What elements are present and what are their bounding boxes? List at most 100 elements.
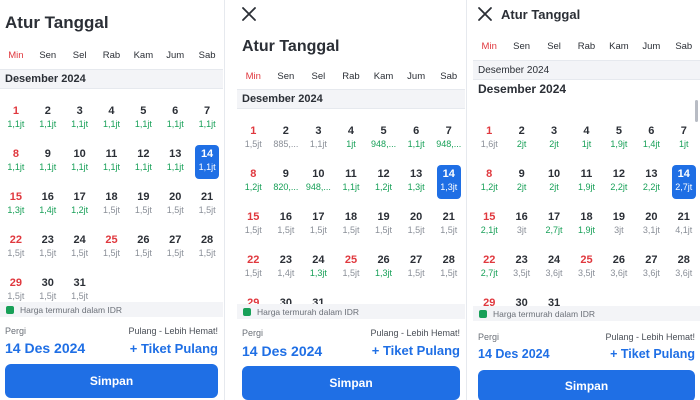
day-cell[interactable]: 5 1,9jt (603, 120, 635, 163)
day-cell[interactable]: 7 1,1jt (191, 100, 223, 143)
day-cell[interactable]: 17 2,7jt (538, 206, 570, 249)
save-button[interactable]: Simpan (5, 364, 218, 398)
legend: Harga termurah dalam IDR (473, 306, 700, 321)
day-cell[interactable]: 6 1,1jt (400, 120, 433, 163)
day-cell[interactable]: 25 1,5jt (335, 249, 368, 292)
selected-day-cell[interactable]: 14 1,3jt (432, 163, 465, 206)
day-cell[interactable]: 26 3,6jt (603, 249, 635, 292)
day-cell[interactable]: 8 1,2jt (237, 163, 270, 206)
day-cell[interactable]: 20 1,5jt (159, 186, 191, 229)
day-cell[interactable]: 16 1,4jt (32, 186, 64, 229)
day-cell[interactable]: 3 2jt (538, 120, 570, 163)
day-cell[interactable]: 6 1,4jt (635, 120, 667, 163)
day-cell[interactable]: 23 3,5jt (505, 249, 537, 292)
day-cell[interactable]: 11 1,9jt (570, 163, 602, 206)
day-cell[interactable]: 8 1,1jt (0, 143, 32, 186)
day-cell[interactable]: 10 2jt (538, 163, 570, 206)
day-cell[interactable]: 9 820,... (270, 163, 303, 206)
close-icon[interactable] (476, 5, 494, 23)
day-cell[interactable]: 21 1,5jt (191, 186, 223, 229)
day-cell[interactable]: 23 1,5jt (32, 229, 64, 272)
day-cell[interactable]: 2 885,... (270, 120, 303, 163)
day-cell[interactable]: 21 1,5jt (432, 206, 465, 249)
day-cell[interactable]: 12 2,2jt (603, 163, 635, 206)
day-number: 25 (580, 254, 593, 266)
pergi-date[interactable]: 14 Des 2024 (478, 347, 550, 361)
day-cell[interactable]: 3 1,1jt (64, 100, 96, 143)
day-cell[interactable]: 27 3,6jt (635, 249, 667, 292)
save-button[interactable]: Simpan (478, 370, 695, 400)
day-cell[interactable]: 1 1,1jt (0, 100, 32, 143)
day-cell[interactable]: 16 3jt (505, 206, 537, 249)
day-cell[interactable]: 25 3,5jt (570, 249, 602, 292)
day-cell[interactable]: 13 1,3jt (400, 163, 433, 206)
day-cell[interactable]: 19 1,5jt (367, 206, 400, 249)
day-cell[interactable]: 19 1,5jt (127, 186, 159, 229)
pergi-date[interactable]: 14 Des 2024 (242, 343, 322, 359)
save-button[interactable]: Simpan (242, 366, 460, 400)
day-cell[interactable]: 20 1,5jt (400, 206, 433, 249)
add-return-ticket-button[interactable]: + Tiket Pulang (372, 343, 460, 358)
day-cell[interactable]: 13 2,2jt (635, 163, 667, 206)
day-cell[interactable]: 9 1,1jt (32, 143, 64, 186)
day-cell[interactable]: 24 1,3jt (302, 249, 335, 292)
day-cell[interactable]: 28 3,6jt (668, 249, 700, 292)
day-cell[interactable]: 20 3,1jt (635, 206, 667, 249)
day-cell[interactable]: 18 1,5jt (96, 186, 128, 229)
day-cell[interactable]: 10 948,... (302, 163, 335, 206)
day-cell[interactable]: 28 1,5jt (432, 249, 465, 292)
day-cell[interactable]: 4 1,1jt (96, 100, 128, 143)
day-cell[interactable]: 11 1,1jt (335, 163, 368, 206)
day-cell[interactable]: 21 4,1jt (668, 206, 700, 249)
day-cell[interactable]: 11 1,1jt (96, 143, 128, 186)
day-cell[interactable]: 27 1,5jt (159, 229, 191, 272)
day-cell[interactable]: 22 2,7jt (473, 249, 505, 292)
add-return-ticket-button[interactable]: + Tiket Pulang (130, 341, 218, 356)
day-number: 3 (315, 125, 322, 137)
scrollbar[interactable] (695, 100, 698, 122)
day-cell[interactable]: 18 1,9jt (570, 206, 602, 249)
day-cell[interactable]: 22 1,5jt (0, 229, 32, 272)
day-cell[interactable]: 15 1,3jt (0, 186, 32, 229)
add-return-ticket-button[interactable]: + Tiket Pulang (610, 347, 695, 361)
day-cell[interactable]: 1 1,6jt (473, 120, 505, 163)
day-cell[interactable]: 6 1,1jt (159, 100, 191, 143)
day-price: 1,3jt (440, 182, 458, 192)
day-cell[interactable]: 7 1jt (668, 120, 700, 163)
day-cell[interactable]: 17 1,2jt (64, 186, 96, 229)
day-cell[interactable]: 26 1,5jt (127, 229, 159, 272)
day-cell[interactable]: 17 1,5jt (302, 206, 335, 249)
close-icon[interactable] (240, 5, 258, 23)
day-cell[interactable]: 12 1,2jt (367, 163, 400, 206)
pergi-date[interactable]: 14 Des 2024 (5, 340, 85, 356)
day-cell[interactable]: 24 1,5jt (64, 229, 96, 272)
day-cell[interactable]: 3 1,1jt (302, 120, 335, 163)
day-cell[interactable]: 4 1jt (335, 120, 368, 163)
day-cell[interactable]: 28 1,5jt (191, 229, 223, 272)
selected-day-cell[interactable]: 14 1,1jt (191, 143, 223, 186)
day-cell[interactable]: 8 1,2jt (473, 163, 505, 206)
day-cell[interactable]: 5 1,1jt (127, 100, 159, 143)
day-cell[interactable]: 2 2jt (505, 120, 537, 163)
day-cell[interactable]: 13 1,1jt (159, 143, 191, 186)
day-cell[interactable]: 19 3jt (603, 206, 635, 249)
day-cell[interactable]: 15 2,1jt (473, 206, 505, 249)
selected-day-cell[interactable]: 14 2,7jt (668, 163, 700, 206)
day-cell[interactable]: 26 1,3jt (367, 249, 400, 292)
day-cell[interactable]: 25 1,5jt (96, 229, 128, 272)
day-cell[interactable]: 4 1jt (570, 120, 602, 163)
day-cell[interactable]: 7 948,... (432, 120, 465, 163)
day-cell[interactable]: 2 1,1jt (32, 100, 64, 143)
day-cell[interactable]: 23 1,4jt (270, 249, 303, 292)
day-cell[interactable]: 18 1,5jt (335, 206, 368, 249)
day-cell[interactable]: 15 1,5jt (237, 206, 270, 249)
day-cell[interactable]: 5 948,... (367, 120, 400, 163)
day-cell[interactable]: 16 1,5jt (270, 206, 303, 249)
day-cell[interactable]: 10 1,1jt (64, 143, 96, 186)
day-cell[interactable]: 9 2jt (505, 163, 537, 206)
day-cell[interactable]: 24 3,6jt (538, 249, 570, 292)
day-cell[interactable]: 12 1,1jt (127, 143, 159, 186)
day-cell[interactable]: 22 1,5jt (237, 249, 270, 292)
day-cell[interactable]: 1 1,5jt (237, 120, 270, 163)
day-cell[interactable]: 27 1,5jt (400, 249, 433, 292)
